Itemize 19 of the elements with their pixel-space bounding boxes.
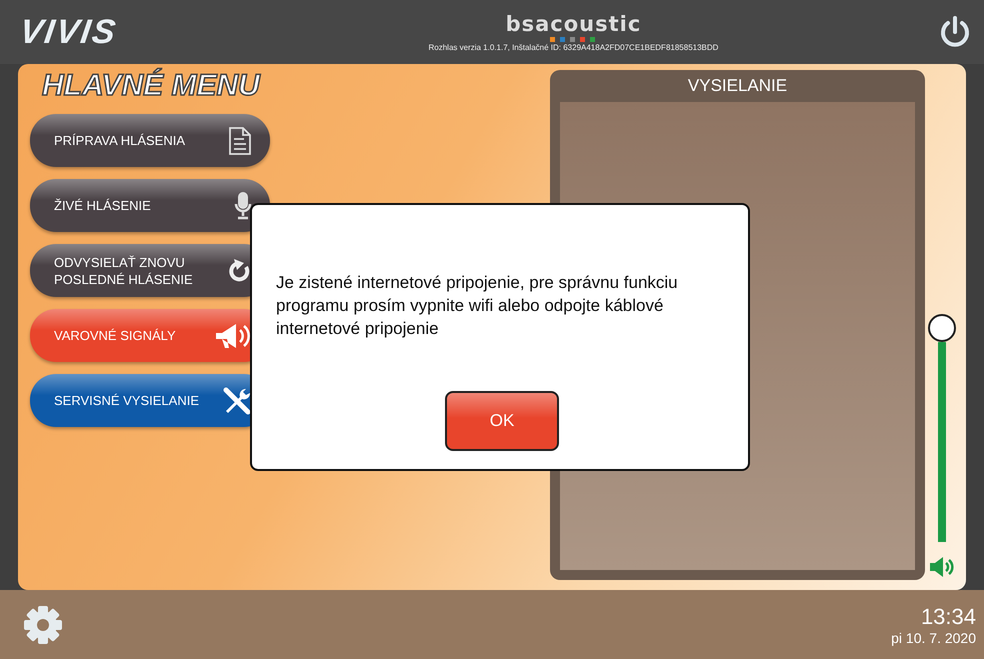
document-icon: [228, 126, 252, 156]
menu-title: HLAVNÉ MENU: [42, 70, 262, 102]
color-dots-icon: [550, 37, 596, 42]
replay-icon: [228, 258, 252, 284]
speaker-icon: [928, 556, 956, 578]
slider-thumb[interactable]: [928, 314, 956, 342]
clock-time: 13:34: [920, 604, 976, 630]
menu-button[interactable]: ŽIVÉ HLÁSENIE: [30, 179, 270, 232]
ok-button[interactable]: OK: [445, 391, 559, 451]
brand-logo: bsacoustic: [506, 12, 642, 36]
menu-button[interactable]: PRÍPRAVA HLÁSENIA: [30, 114, 270, 167]
settings-icon[interactable]: [22, 604, 64, 646]
broadcast-title: VYSIELANIE: [686, 76, 788, 97]
version-text: Rozhlas verzia 1.0.1.7, Inštalačné ID: 6329A418A2FD07CE1BEDF81858513BDD: [428, 43, 718, 52]
microphone-icon: [234, 190, 252, 220]
power-button[interactable]: [940, 16, 970, 48]
dialog-message: Je zistené internetové pripojenie, pre správnu funkciu programu prosím vypnite wifi alebo odpojte káblové internetové pripojenie: [276, 272, 679, 340]
app-logo: VIVIS: [17, 12, 120, 52]
clock-date: pi 10. 7. 2020: [891, 630, 976, 646]
